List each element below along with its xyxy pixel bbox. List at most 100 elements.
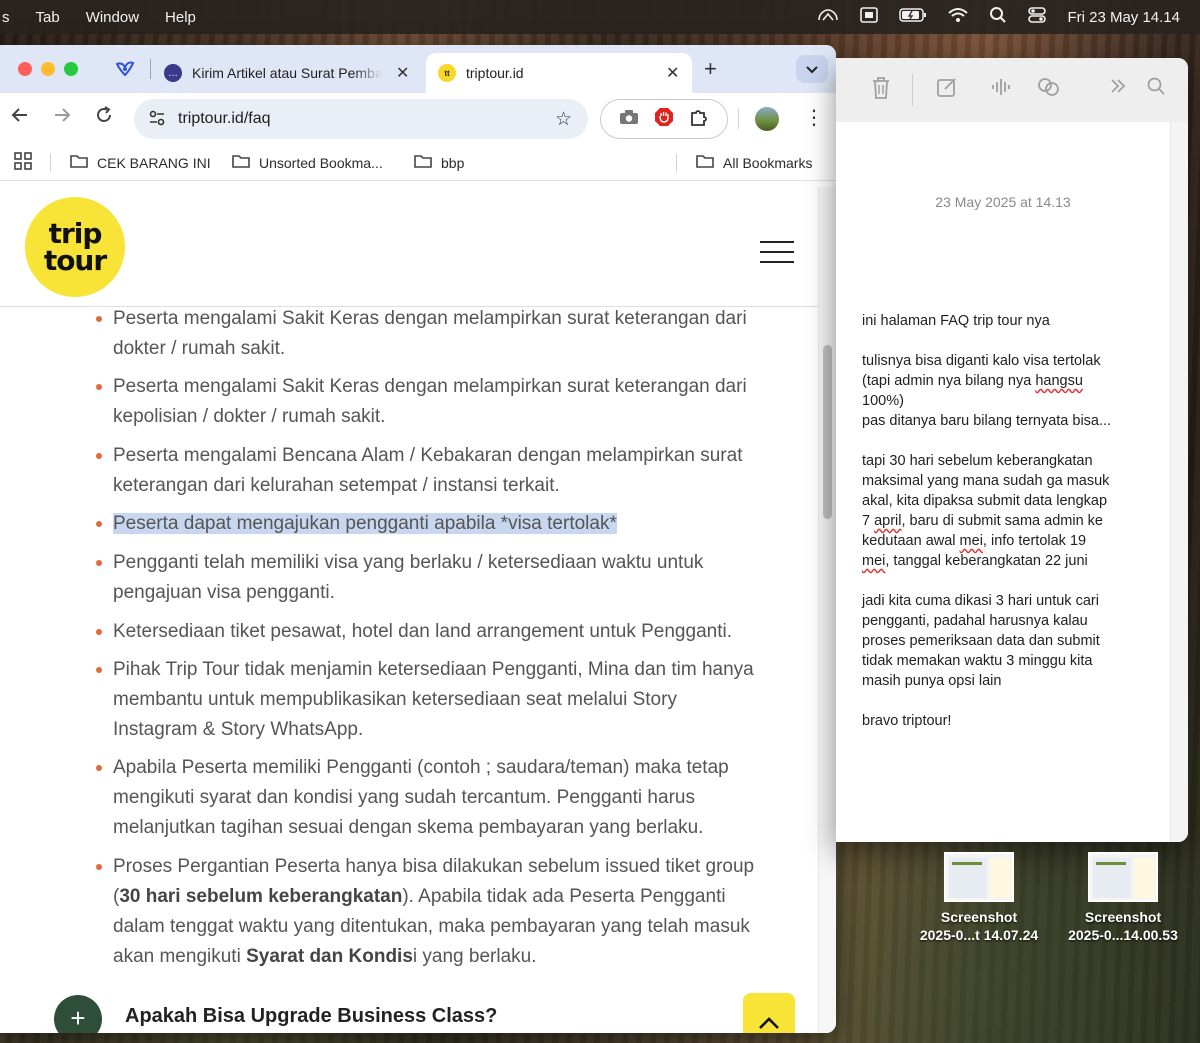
misspelled-word: hangsu (1035, 373, 1083, 389)
screenshot-thumbnail (1088, 852, 1158, 902)
page-viewport: trip tour Peserta mengalami Sakit Keras … (0, 187, 836, 1033)
compose-icon[interactable] (936, 76, 958, 104)
folder-icon (232, 154, 250, 172)
bookmarks-divider (50, 154, 51, 172)
camera-extension-icon[interactable] (619, 109, 639, 130)
tab-divider (150, 59, 151, 79)
trash-icon[interactable] (870, 76, 892, 106)
tab-title: triptour.id (466, 65, 524, 81)
battery-icon[interactable] (899, 7, 927, 28)
collaborate-icon[interactable] (1036, 76, 1062, 104)
desktop-file-screenshot-1[interactable]: Screenshot 2025-0...t 14.07.24 (904, 852, 1054, 944)
list-item: Peserta mengalami Bencana Alam / Kebakar… (96, 441, 793, 501)
misspelled-word: mei (959, 533, 983, 549)
tab-title: Kirim Artikel atau Surat Pembaca (192, 65, 382, 81)
note-line: kedutaan awal mei, info tertolak 19 (862, 531, 1162, 551)
note-line: bravo triptour! (862, 713, 952, 729)
list-item-text: keterangan dari kelurahan setempat / ins… (113, 475, 560, 496)
reload-icon[interactable] (94, 105, 114, 131)
window-minimize-button[interactable] (41, 62, 55, 76)
menu-item-tab[interactable]: Tab (36, 9, 60, 26)
new-tab-button[interactable]: + (704, 56, 717, 82)
list-item-text: melanjutkan tagihan sesuai dengan skema … (113, 817, 704, 838)
menu-bar-clock[interactable]: Fri 23 May 14.14 (1067, 9, 1180, 26)
hamburger-menu-icon[interactable] (760, 241, 794, 271)
note-editor[interactable]: 23 May 2025 at 14.13 ini halaman FAQ tri… (836, 122, 1188, 842)
window-maximize-button[interactable] (64, 62, 78, 76)
site-header: trip tour (0, 187, 836, 307)
bold-text: 30 hari sebelum keberangkatan (119, 886, 403, 907)
site-info-icon[interactable] (148, 110, 178, 129)
window-close-button[interactable] (18, 62, 32, 76)
screen-share-icon[interactable] (859, 6, 879, 29)
forward-arrow-icon[interactable] (52, 105, 72, 131)
list-item-text: pengajuan visa pengganti. (113, 582, 335, 603)
page-scrollbar[interactable] (818, 187, 836, 1033)
notes-scrollbar[interactable] (1170, 122, 1188, 842)
tab-search-button[interactable] (796, 55, 828, 83)
creative-cloud-icon[interactable] (817, 7, 839, 28)
misspelled-word: mei (862, 553, 886, 569)
note-line: ini halaman FAQ trip tour nya (862, 313, 1050, 329)
triptour-favicon-icon: tt (438, 64, 456, 82)
toolbar-divider (738, 109, 739, 129)
selected-text[interactable]: Peserta dapat mengajukan pengganti apabi… (113, 513, 617, 534)
tab-close-icon[interactable]: ✕ (666, 63, 679, 83)
all-bookmarks-button[interactable]: All Bookmarks (696, 154, 812, 172)
profile-avatar[interactable] (755, 107, 779, 131)
control-center-icon[interactable] (1027, 6, 1047, 29)
bookmark-folder-cek-barang[interactable]: CEK BARANG INI (70, 154, 211, 172)
url-text[interactable]: triptour.id/faq (178, 110, 271, 128)
menu-item-help[interactable]: Help (165, 9, 196, 26)
apps-grid-icon[interactable] (14, 152, 32, 170)
bold-link-text[interactable]: Syarat dan Kondis (246, 946, 413, 967)
bird-extension-icon[interactable] (114, 58, 136, 80)
scrollbar-thumb[interactable] (823, 345, 832, 519)
back-arrow-icon[interactable] (10, 105, 30, 131)
address-bar[interactable]: triptour.id/faq ☆ (134, 99, 588, 139)
chat-favicon-icon: … (164, 64, 182, 82)
bookmark-label: Unsorted Bookma... (259, 155, 383, 171)
list-item: Peserta mengalami Sakit Keras dengan mel… (96, 372, 793, 432)
extensions-group (600, 99, 728, 139)
browser-window: … Kirim Artikel atau Surat Pembaca ✕ tt … (0, 45, 836, 1033)
bookmark-star-icon[interactable]: ☆ (555, 108, 572, 131)
more-menu-icon[interactable]: ⋮ (804, 105, 824, 130)
triptour-logo[interactable]: trip tour (25, 197, 125, 297)
menu-item-window[interactable]: Window (86, 9, 139, 26)
tab-close-icon[interactable]: ✕ (396, 63, 409, 83)
bookmark-folder-unsorted[interactable]: Unsorted Bookma... (232, 154, 383, 172)
list-item: Ketersediaan tiket pesawat, hotel dan la… (96, 617, 793, 647)
note-line: (tapi admin nya bilang nya hangsu (862, 371, 1162, 391)
logo-text-tour: tour (43, 244, 107, 277)
list-item-highlighted: Peserta dapat mengajukan pengganti apabi… (96, 509, 793, 539)
list-item: Peserta mengalami Sakit Keras dengan mel… (96, 304, 793, 364)
note-text: , baru di submit sama admin ke (901, 513, 1103, 529)
adblock-shield-icon[interactable] (654, 107, 674, 132)
list-item-text: ). Apabila tidak ada Peserta Pengganti (402, 886, 726, 907)
desktop-file-screenshot-2[interactable]: Screenshot 2025-0...14.00.53 (1048, 852, 1198, 944)
wifi-icon[interactable] (947, 7, 969, 28)
note-line: 100%) (862, 393, 904, 409)
audio-waveform-icon[interactable] (990, 76, 1012, 104)
note-text: 7 (862, 513, 875, 529)
menu-item-partial[interactable]: s (2, 9, 10, 26)
search-icon[interactable] (989, 6, 1007, 29)
notes-toolbar (836, 58, 1188, 122)
tab-triptour[interactable]: tt triptour.id ✕ (426, 53, 692, 93)
back-to-top-button[interactable] (743, 993, 795, 1033)
list-item-text: Peserta mengalami Bencana Alam / Kebakar… (113, 445, 743, 466)
chevron-double-right-icon[interactable] (1108, 76, 1128, 102)
faq-expand-button[interactable]: + (54, 995, 102, 1033)
list-item-text: Instagram & Story WhatsApp. (113, 719, 364, 740)
search-icon[interactable] (1146, 76, 1166, 102)
bookmark-folder-bbp[interactable]: bbp (414, 154, 464, 172)
tab-kirim-artikel[interactable]: … Kirim Artikel atau Surat Pembaca ✕ (164, 53, 414, 93)
extensions-puzzle-icon[interactable] (689, 107, 709, 132)
list-item: Proses Pergantian Peserta hanya bisa dil… (96, 852, 793, 972)
list-item: Pihak Trip Tour tidak menjamin ketersedi… (96, 655, 793, 745)
file-name: 2025-0...14.00.53 (1068, 927, 1178, 943)
faq-question-heading[interactable]: Apakah Bisa Upgrade Business Class? (125, 1005, 497, 1028)
note-text: (tapi admin nya bilang nya (862, 373, 1036, 389)
screenshot-thumbnail (944, 852, 1014, 902)
